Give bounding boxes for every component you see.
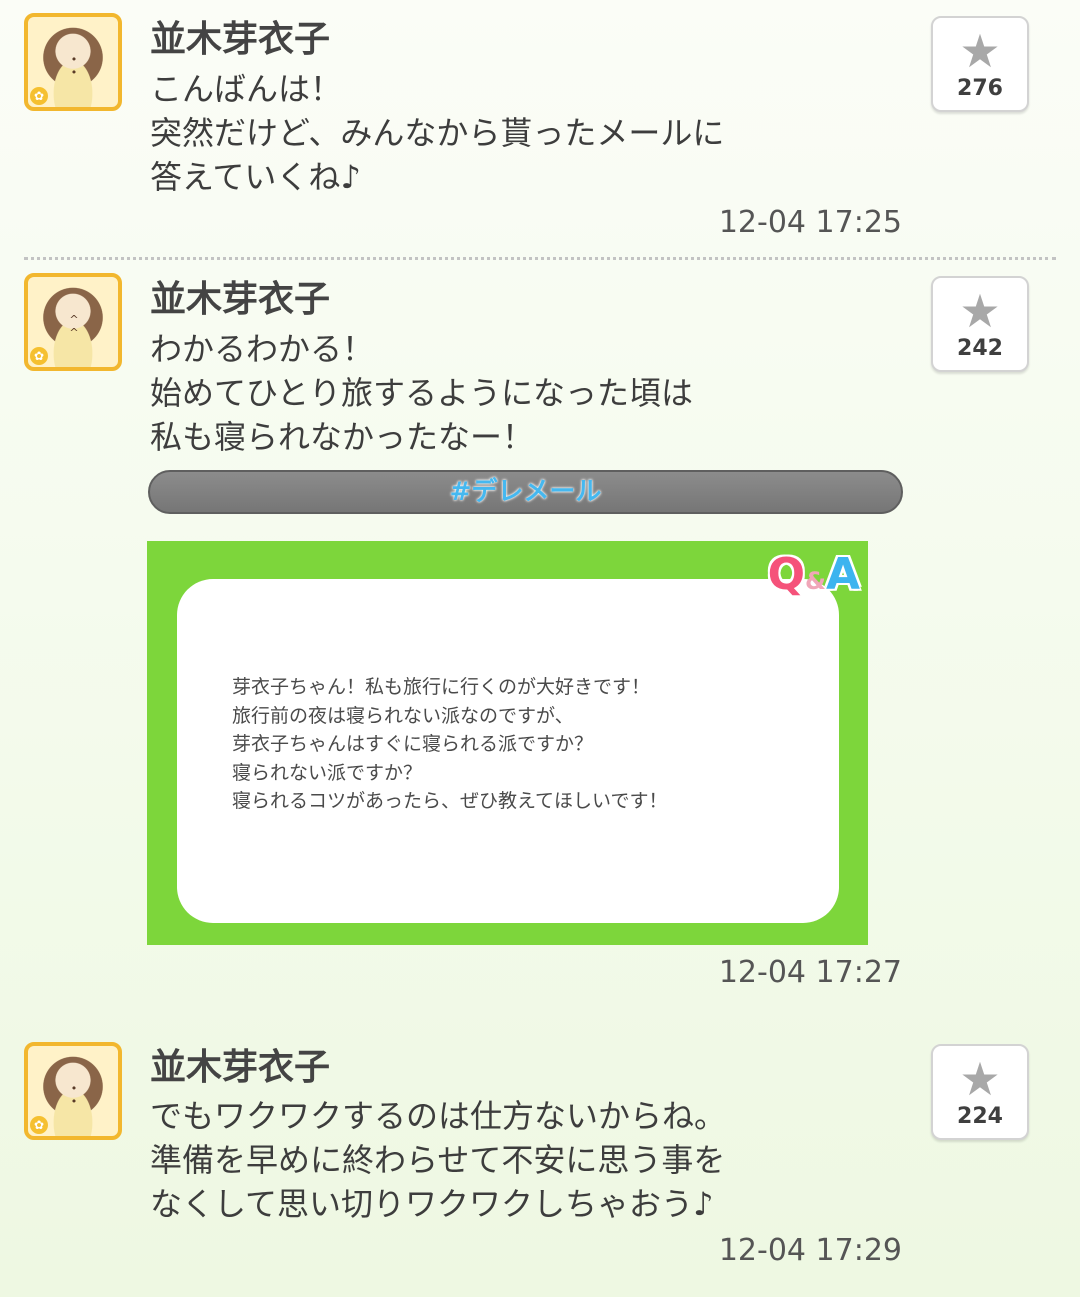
timestamp: 12-04 17:27 (718, 955, 902, 990)
favorite-count: 224 (957, 1104, 1003, 1129)
avatar[interactable]: ^ ^ ✿ (24, 273, 122, 371)
post-text: でもワクワクするのは仕方ないからね。 準備を早めに終わらせて不安に思う事を なく… (150, 1097, 727, 1223)
avatar-face: ^ ^ (69, 313, 83, 339)
hashtag-bar[interactable]: #デレメール (148, 470, 903, 514)
divider (24, 257, 1056, 260)
qa-image[interactable]: 芽衣子ちゃん！私も旅行に行くのが大好きです！ 旅行前の夜は寝られない派なのですが… (147, 541, 868, 945)
avatar-face: • • (70, 1082, 82, 1108)
favorite-button[interactable]: ★ 224 (931, 1044, 1029, 1140)
favorite-count: 242 (957, 336, 1003, 361)
star-icon: ★ (959, 24, 1001, 78)
qa-logo-q: Q (767, 549, 805, 600)
qa-logo: Q&A (768, 549, 860, 600)
flower-icon: ✿ (30, 87, 48, 105)
qa-logo-a: A (825, 549, 860, 600)
qa-logo-amp: & (805, 567, 826, 595)
flower-icon: ✿ (30, 347, 48, 365)
star-icon: ★ (959, 284, 1001, 338)
post-text: こんばんは！ 突然だけど、みんなから貰ったメールに 答えていくね♪ (150, 70, 725, 196)
star-icon: ★ (959, 1052, 1001, 1106)
author-name: 並木芽衣子 (150, 279, 331, 320)
timestamp: 12-04 17:25 (718, 205, 902, 240)
author-name: 並木芽衣子 (150, 19, 331, 60)
avatar[interactable]: • • ✿ (24, 13, 122, 111)
qa-question-text: 芽衣子ちゃん！私も旅行に行くのが大好きです！ 旅行前の夜は寝られない派なのですが… (232, 676, 668, 812)
author-name: 並木芽衣子 (150, 1047, 331, 1088)
post-text: わかるわかる！ 始めてひとり旅するようになった頃は 私も寝られなかったなー！ (150, 330, 694, 456)
qa-card: 芽衣子ちゃん！私も旅行に行くのが大好きです！ 旅行前の夜は寝られない派なのですが… (177, 579, 839, 923)
flower-icon: ✿ (30, 1116, 48, 1134)
favorite-button[interactable]: ★ 276 (931, 16, 1029, 112)
hashtag-label: #デレメール (449, 477, 602, 507)
avatar-face: • • (70, 53, 82, 79)
favorite-count: 276 (957, 76, 1003, 101)
favorite-button[interactable]: ★ 242 (931, 276, 1029, 372)
avatar[interactable]: • • ✿ (24, 1042, 122, 1140)
timestamp: 12-04 17:29 (718, 1233, 902, 1268)
